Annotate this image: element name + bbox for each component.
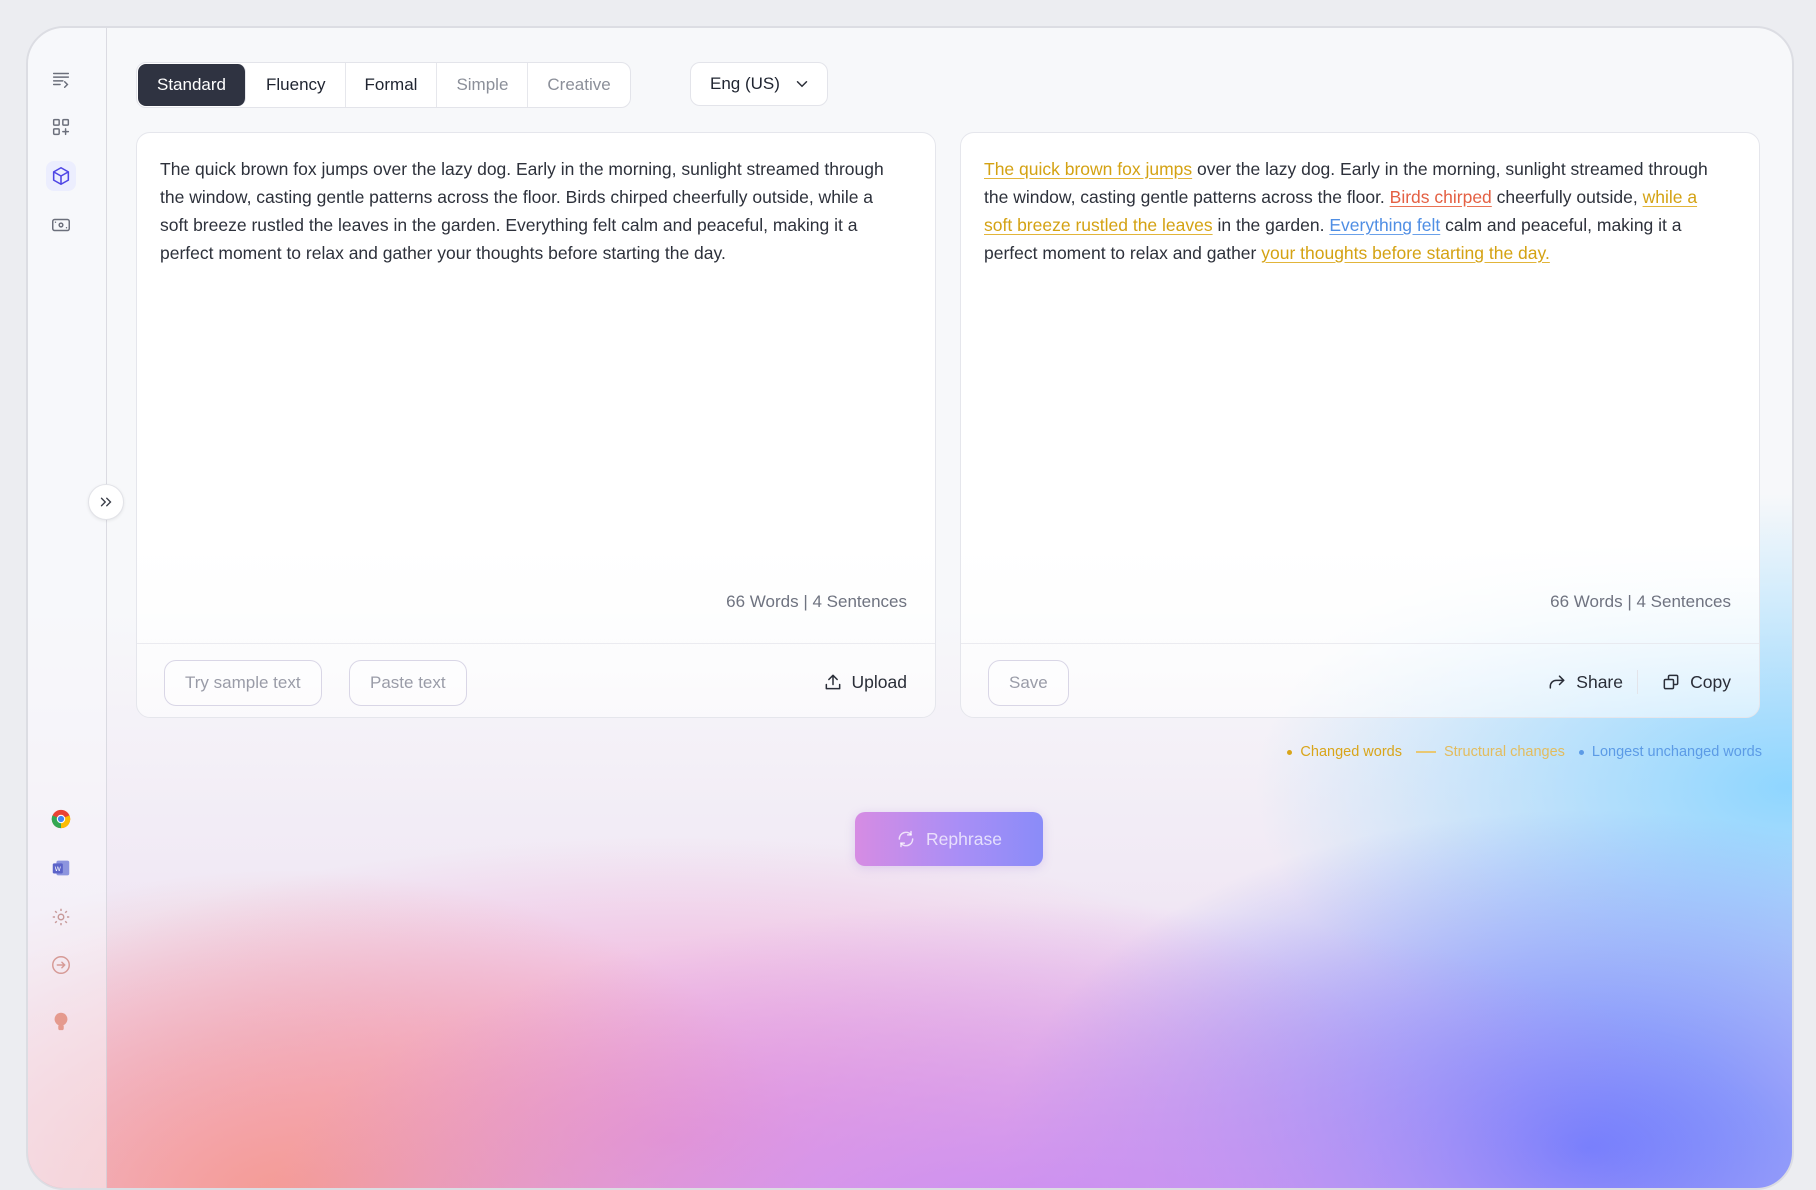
highlight-legend: Changed words Structural changes Longest… — [1287, 744, 1762, 760]
divider — [1637, 670, 1638, 694]
app-window: W Standard Fluency Formal Simple Creativ… — [26, 26, 1794, 1190]
chrome-icon[interactable] — [46, 804, 76, 834]
line-icon — [1415, 751, 1436, 753]
tab-simple[interactable]: Simple — [437, 63, 529, 107]
rephrase-label: Rephrase — [926, 828, 1002, 849]
chevron-double-right-icon — [100, 497, 112, 507]
share-icon — [1549, 675, 1565, 689]
login-icon[interactable] — [46, 950, 76, 980]
copy-label: Copy — [1690, 672, 1731, 692]
dot-icon — [1578, 749, 1584, 755]
input-panel: The quick brown fox jumps over the lazy … — [136, 132, 936, 718]
apps-grid-icon[interactable] — [46, 112, 76, 142]
tab-formal[interactable]: Formal — [346, 63, 438, 107]
word-icon[interactable]: W — [46, 853, 76, 883]
upload-label: Upload — [851, 672, 907, 692]
output-stats: 66 Words | 4 Sentences — [1550, 592, 1731, 611]
legend-changed: Changed words — [1287, 744, 1402, 760]
language-select[interactable]: Eng (US) — [690, 62, 828, 106]
copy-icon — [1663, 674, 1679, 690]
highlight-structural[interactable]: Birds chirped — [1390, 187, 1492, 207]
tab-standard[interactable]: Standard — [138, 64, 246, 106]
upload-button[interactable]: Upload — [823, 660, 907, 704]
dot-icon — [1287, 749, 1293, 755]
output-segment: in the garden. — [1212, 215, 1330, 235]
tab-fluency[interactable]: Fluency — [247, 63, 346, 107]
expand-sidebar-button[interactable] — [88, 484, 124, 520]
highlight-changed[interactable]: your thoughts before starting the day. — [1261, 243, 1550, 263]
input-stats: 66 Words | 4 Sentences — [726, 592, 907, 611]
copy-button[interactable]: Copy — [1661, 660, 1731, 704]
settings-icon[interactable] — [46, 902, 76, 932]
chevron-down-icon — [796, 81, 808, 88]
highlight-unchanged[interactable]: Everything felt — [1329, 215, 1440, 235]
legend-structural: Structural changes — [1415, 744, 1565, 760]
input-text-area[interactable]: The quick brown fox jumps over the lazy … — [160, 155, 899, 267]
cube-icon[interactable] — [46, 161, 76, 191]
try-sample-button[interactable]: Try sample text — [164, 660, 322, 706]
ticket-icon[interactable] — [46, 210, 76, 240]
paste-text-button[interactable]: Paste text — [349, 660, 467, 706]
output-text[interactable]: The quick brown fox jumps over the lazy … — [984, 155, 1723, 267]
mode-tabs: Standard Fluency Formal Simple Creative — [136, 62, 631, 108]
output-panel: The quick brown fox jumps over the lazy … — [960, 132, 1760, 718]
save-button[interactable]: Save — [988, 660, 1069, 706]
highlight-changed[interactable]: The quick brown fox jumps — [984, 159, 1192, 179]
rephrase-button[interactable]: Rephrase — [855, 812, 1043, 866]
share-button[interactable]: Share — [1547, 660, 1623, 704]
tab-creative[interactable]: Creative — [528, 63, 629, 107]
sidebar: W — [28, 28, 107, 1188]
refresh-icon — [898, 830, 914, 848]
paraphrase-icon[interactable] — [46, 64, 76, 94]
language-value: Eng (US) — [710, 74, 780, 93]
output-segment: cheerfully outside, — [1491, 187, 1643, 207]
input-footer: Try sample text Paste text Upload — [137, 643, 935, 717]
upload-icon — [825, 674, 840, 690]
share-label: Share — [1576, 672, 1623, 692]
avatar[interactable] — [46, 1006, 76, 1036]
svg-text:W: W — [55, 865, 62, 873]
output-footer: Save Share Copy — [961, 643, 1759, 717]
legend-unchanged: Longest unchanged words — [1578, 744, 1762, 760]
